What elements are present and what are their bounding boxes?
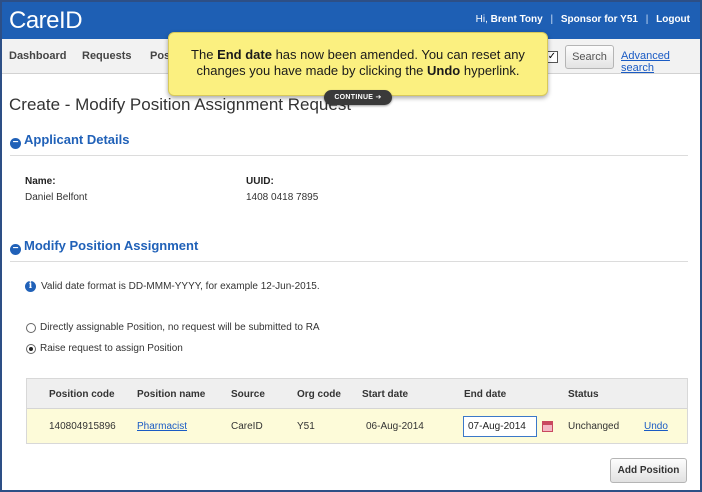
divider: | [645,14,649,25]
raise-request-radio[interactable] [26,344,36,354]
tooltip-bold-undo: Undo [427,63,461,78]
user-name: Brent Tony [490,14,543,25]
section-heading: Modify Position Assignment [24,238,199,253]
collapse-icon: − [10,138,21,149]
positions-table: Position code Position name Source Org c… [26,378,688,444]
column-header: Position name [137,389,206,400]
column-header: End date [464,389,507,400]
nav-item-requests[interactable]: Requests [82,50,132,62]
table-header: Position code Position name Source Org c… [27,379,687,409]
applicant-section-toggle[interactable]: − Applicant Details [10,132,129,149]
modify-section-toggle[interactable]: − Modify Position Assignment [10,238,198,255]
calendar-icon[interactable] [542,421,553,432]
position-name-link[interactable]: Pharmacist [137,421,187,432]
name-value: Daniel Belfont [25,192,88,203]
page-title: Create - Modify Position Assignment Requ… [9,95,352,114]
user-bar: Hi, Brent Tony | Sponsor for Y51 | Logou… [476,14,690,25]
tooltip-bold-end-date: End date [217,47,272,62]
divider [10,261,688,262]
undo-link[interactable]: Undo [644,421,668,432]
advanced-search-link[interactable]: Advanced search [621,50,700,74]
collapse-icon: − [10,244,21,255]
divider: | [550,14,554,25]
start-date-cell: 06-Aug-2014 [366,421,424,432]
column-header: Org code [297,389,341,400]
direct-assign-radio[interactable] [26,323,36,333]
name-label: Name: [25,176,56,187]
nav-item-dashboard[interactable]: Dashboard [9,50,66,62]
table-row: 140804915896 Pharmacist CareID Y51 06-Au… [27,409,687,443]
date-format-hint: Valid date format is DD-MMM-YYYY, for ex… [41,281,320,292]
raise-request-label[interactable]: Raise request to assign Position [40,343,183,354]
continue-button[interactable]: CONTINUE ➔ [324,90,392,105]
direct-assign-label[interactable]: Directly assignable Position, no request… [40,322,320,333]
app-logo[interactable]: CareID [9,7,83,35]
column-header: Start date [362,389,409,400]
uuid-value: 1408 0418 7895 [246,192,319,203]
section-heading: Applicant Details [24,132,130,147]
status-cell: Unchanged [568,421,620,432]
search-button[interactable]: Search [565,45,614,69]
sponsor-role: Sponsor for Y51 [560,14,638,25]
divider [10,155,688,156]
position-code-cell: 140804915896 [49,421,116,432]
guidance-tooltip: The End date has now been amended. You c… [168,32,548,96]
greeting: Hi, [475,14,488,25]
tooltip-text: hyperlink. [460,63,520,78]
add-position-button[interactable]: Add Position [610,458,687,483]
logout-link[interactable]: Logout [656,14,690,25]
end-date-input[interactable] [463,416,537,437]
source-cell: CareID [231,421,263,432]
column-header: Source [231,389,265,400]
column-header: Position code [49,389,115,400]
column-header: Status [568,389,599,400]
tooltip-text: The [191,47,218,62]
app-window: CareID Hi, Brent Tony | Sponsor for Y51 … [0,0,702,492]
info-icon: i [25,281,36,292]
uuid-label: UUID: [246,176,274,187]
org-code-cell: Y51 [297,421,315,432]
